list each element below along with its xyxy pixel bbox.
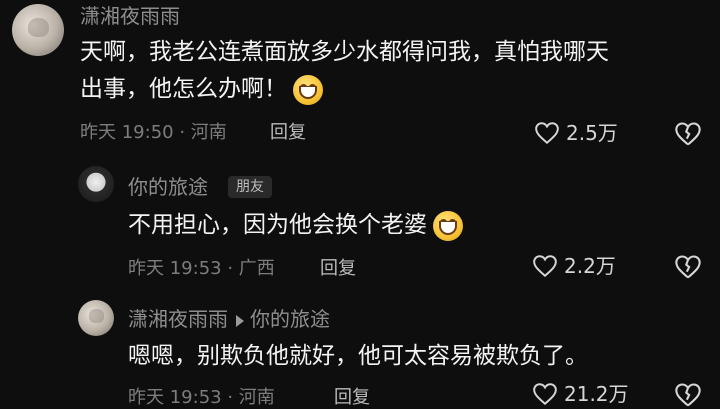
- heart-icon: [535, 122, 559, 145]
- comment-time-location: 昨天 19:53 · 河南: [128, 387, 275, 408]
- comment-text-content: 不用担心，因为他会换个老婆: [128, 212, 427, 238]
- heart-icon: [533, 383, 557, 406]
- comment-author[interactable]: 潇湘夜雨雨: [128, 307, 228, 331]
- comment-time-location: 昨天 19:53 · 广西: [128, 258, 275, 279]
- reply-button[interactable]: 回复: [334, 387, 370, 409]
- comment-text: 嗯嗯，别欺负他就好，他可太容易被欺负了。: [128, 343, 588, 369]
- comment-author-line: 潇湘夜雨雨 你的旅途: [128, 307, 330, 331]
- comment-author[interactable]: 你的旅途: [128, 175, 208, 199]
- comment-text-continued: 出事，他怎么办啊！: [80, 72, 323, 106]
- broken-heart-icon[interactable]: [674, 254, 702, 280]
- like-count: 2.5万: [566, 121, 618, 145]
- avatar[interactable]: [12, 4, 64, 56]
- heart-icon: [533, 255, 557, 278]
- like-count: 2.2万: [564, 254, 616, 278]
- reply-button[interactable]: 回复: [270, 122, 306, 144]
- like-button[interactable]: 21.2万: [532, 382, 629, 406]
- avatar[interactable]: [78, 300, 114, 336]
- broken-heart-icon[interactable]: [674, 121, 702, 147]
- comment-text: 不用担心，因为他会换个老婆: [128, 208, 463, 242]
- comment-text: 天啊，我老公连煮面放多少水都得问我，真怕我哪天: [80, 39, 609, 65]
- comment-text-line2: 出事，他怎么办啊！: [80, 76, 287, 102]
- friend-badge: 朋友: [228, 176, 272, 198]
- comment-author[interactable]: 潇湘夜雨雨: [80, 4, 180, 28]
- reply-arrow-icon: [236, 314, 244, 327]
- broken-heart-icon[interactable]: [674, 382, 702, 408]
- like-button[interactable]: 2.5万: [534, 121, 618, 145]
- grin-sweat-emoji-icon: [293, 74, 323, 105]
- like-button[interactable]: 2.2万: [532, 254, 616, 278]
- comment-time-location: 昨天 19:50 · 河南: [80, 122, 227, 143]
- reply-to-user[interactable]: 你的旅途: [250, 307, 330, 331]
- big-grin-emoji-icon: [433, 210, 463, 241]
- avatar[interactable]: [78, 166, 114, 202]
- reply-button[interactable]: 回复: [320, 258, 356, 280]
- like-count: 21.2万: [564, 382, 629, 406]
